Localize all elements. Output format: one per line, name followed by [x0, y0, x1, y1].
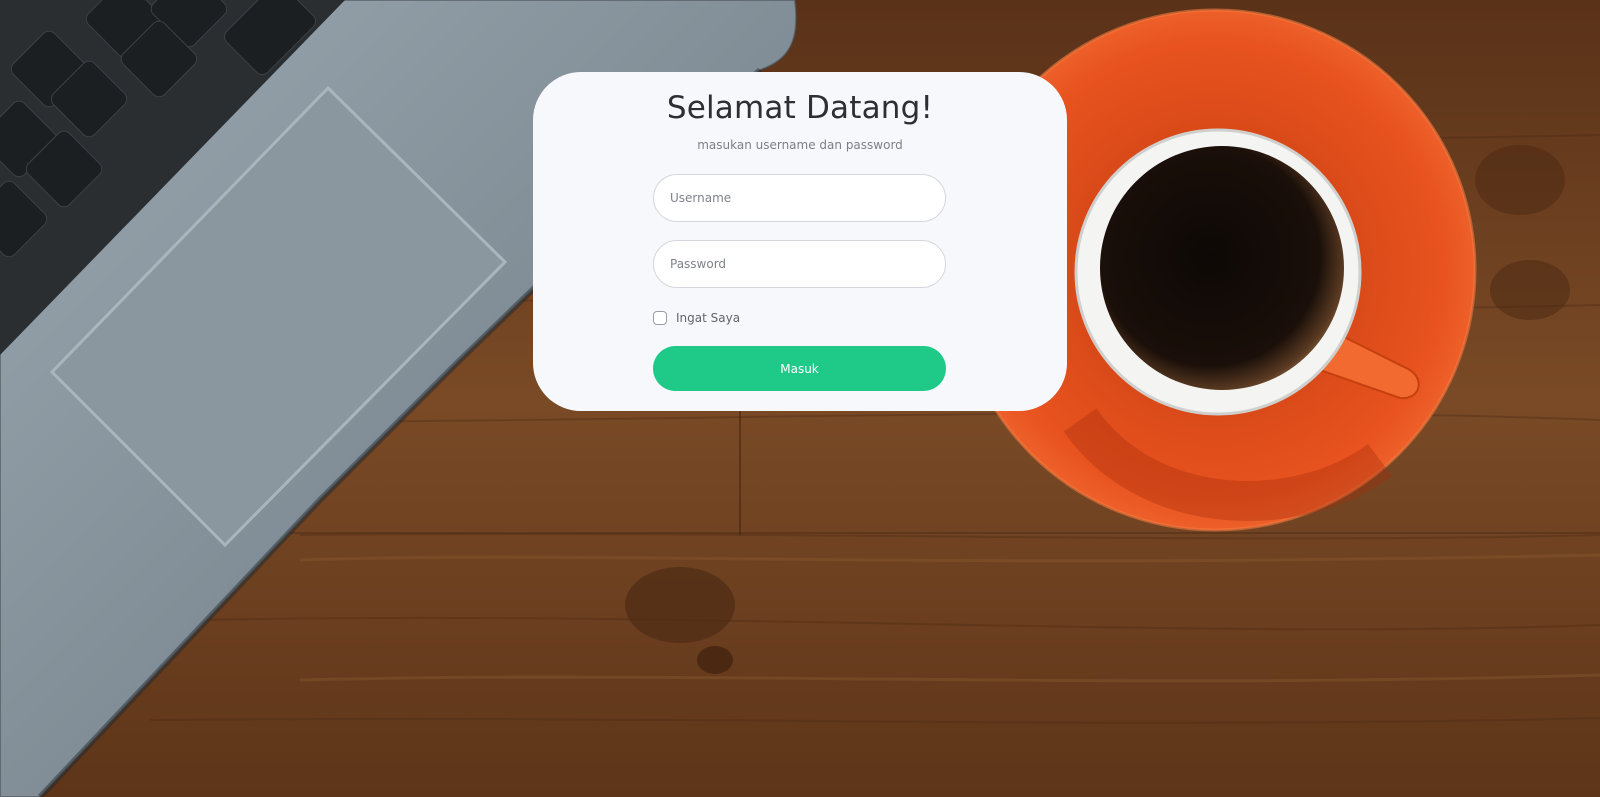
- login-card: Selamat Datang! masukan username dan pas…: [533, 72, 1067, 411]
- login-button[interactable]: Masuk: [653, 346, 946, 391]
- remember-me-toggle[interactable]: Ingat Saya: [653, 309, 740, 327]
- remember-me-checkbox[interactable]: [653, 311, 667, 325]
- login-page: Selamat Datang! masukan username dan pas…: [0, 0, 1600, 797]
- password-input[interactable]: [653, 240, 946, 288]
- page-title: Selamat Datang!: [666, 90, 934, 126]
- username-input[interactable]: [653, 174, 946, 222]
- login-subtitle: masukan username dan password: [697, 138, 903, 152]
- remember-me-label: Ingat Saya: [676, 311, 741, 325]
